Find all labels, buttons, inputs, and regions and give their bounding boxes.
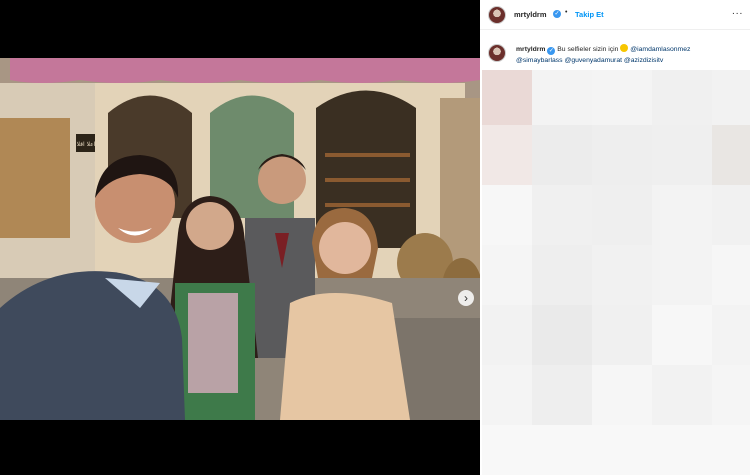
- follow-button[interactable]: Takip Et: [575, 10, 604, 19]
- post-photo[interactable]: اعلا اقلا ›: [0, 58, 480, 420]
- next-image-button[interactable]: ›: [458, 290, 474, 306]
- caption-verified-icon: ✓: [547, 47, 556, 55]
- media-viewer: اعلا اقلا ›: [0, 0, 480, 475]
- avatar[interactable]: [488, 6, 506, 24]
- separator-dot: •: [565, 9, 568, 16]
- caption-username[interactable]: mrtyldrm: [516, 46, 545, 53]
- mention-link[interactable]: @iamdamlasonmez: [630, 46, 690, 53]
- sunglasses-emoji-icon: [620, 44, 629, 52]
- post-caption: mrtyldrm ✓ Bu selfieler sizin için @iamd…: [516, 44, 746, 66]
- mention-link[interactable]: @azizdizisitv: [624, 57, 663, 64]
- post-sidebar: mrtyldrm ✓ • Takip Et ... mrtyldrm ✓ Bu …: [480, 0, 750, 475]
- mention-link[interactable]: @simaybarlass: [516, 57, 563, 64]
- instagram-post-view: اعلا اقلا › mrtyldrm ✓ • Takip Et ... mr…: [0, 0, 750, 475]
- post-header: mrtyldrm ✓ • Takip Et ...: [480, 0, 750, 30]
- verified-badge-icon: ✓: [553, 10, 561, 18]
- post-username[interactable]: mrtyldrm: [514, 10, 547, 19]
- mention-link[interactable]: @guvenyadamurat: [564, 57, 622, 64]
- caption-avatar[interactable]: [488, 44, 506, 62]
- pixelated-comments: [482, 70, 750, 475]
- caption-text: Bu selfieler sizin için: [557, 46, 619, 53]
- selfie-image: اعلا اقلا: [0, 58, 480, 420]
- more-options-icon[interactable]: ...: [732, 6, 743, 17]
- shop-sign: اعلا اقلا: [77, 141, 96, 148]
